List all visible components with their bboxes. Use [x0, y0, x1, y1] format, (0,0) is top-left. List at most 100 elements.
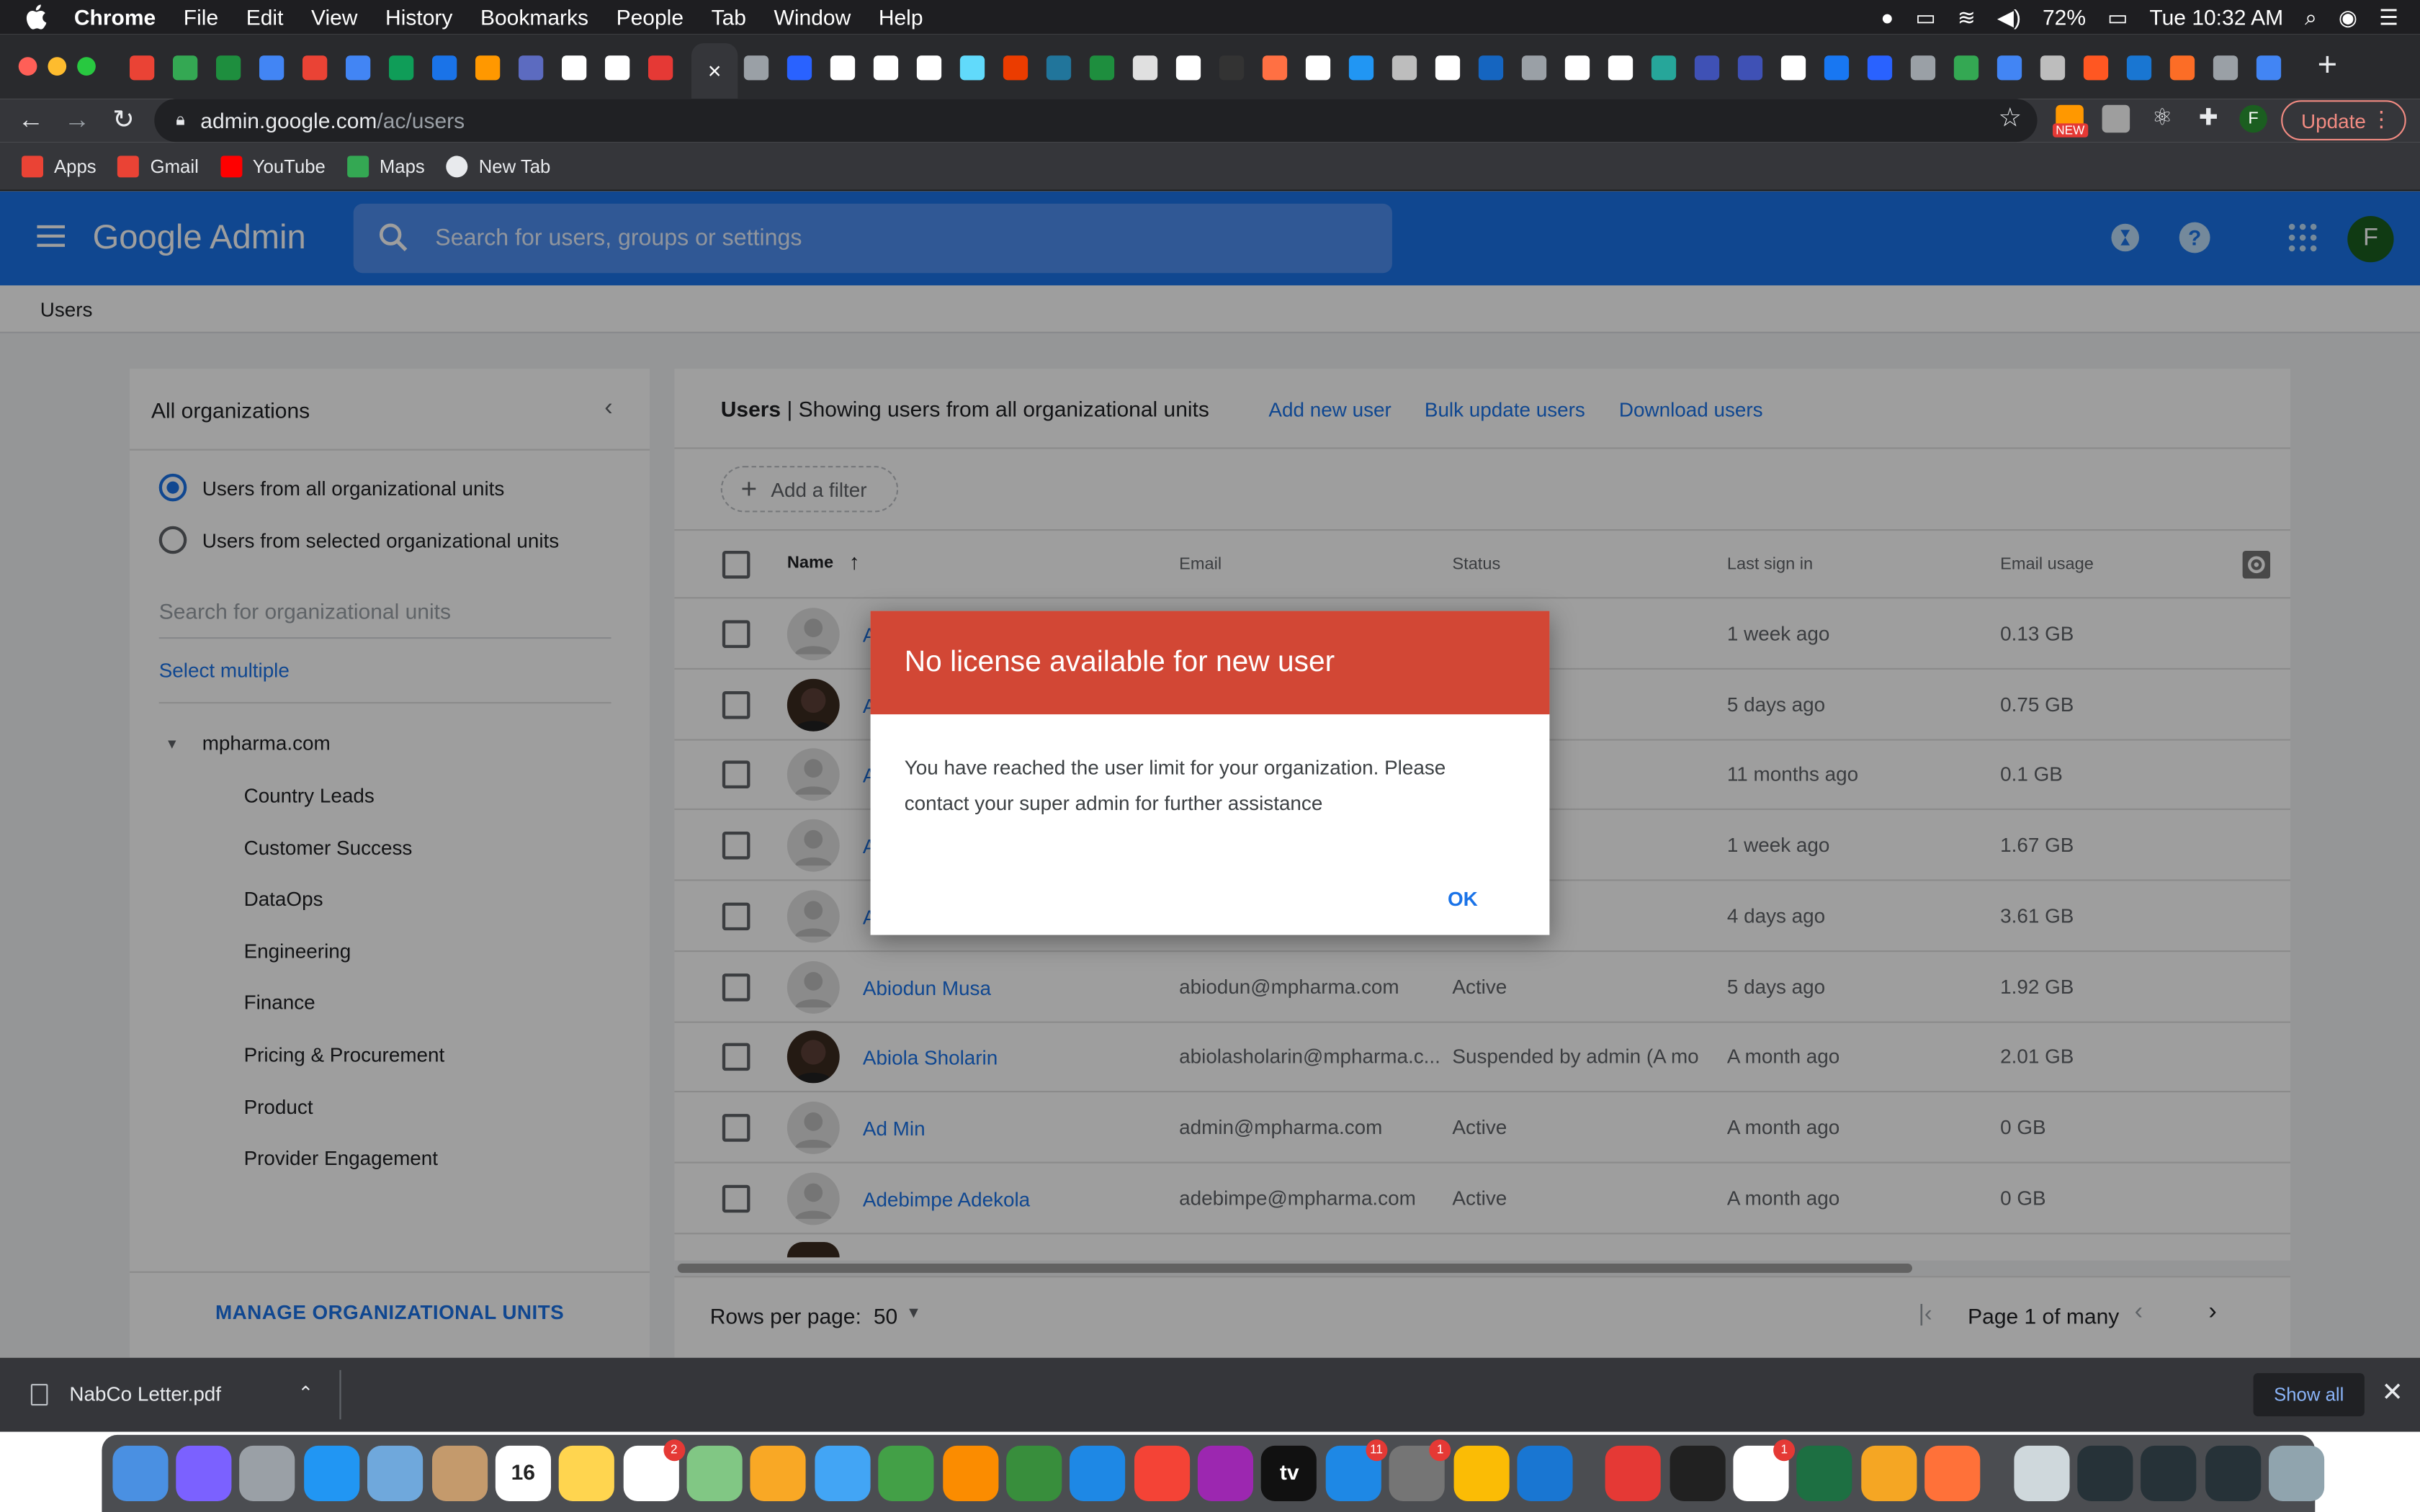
- tab-favicon-icon[interactable]: [1046, 55, 1072, 81]
- launchpad-icon[interactable]: [240, 1445, 296, 1501]
- lock-icon[interactable]: 🔒︎: [176, 110, 185, 130]
- download-options-chevron-icon[interactable]: ⌃: [298, 1382, 314, 1404]
- close-window-button[interactable]: [18, 57, 37, 76]
- files-icon[interactable]: [2013, 1445, 2069, 1501]
- battery-icon[interactable]: ▭: [2107, 4, 2128, 30]
- show-all-downloads-button[interactable]: Show all: [2253, 1373, 2365, 1417]
- close-download-bar-icon[interactable]: ✕: [2381, 1378, 2403, 1409]
- dialog-ok-button[interactable]: OK: [1448, 887, 1478, 910]
- firefox-icon[interactable]: [1924, 1445, 1981, 1501]
- extension-icon[interactable]: [2102, 104, 2130, 133]
- control-center-icon[interactable]: ☰: [2379, 4, 2398, 30]
- tab-favicon-icon[interactable]: [2083, 55, 2109, 81]
- tab-favicon-icon[interactable]: [1737, 55, 1763, 81]
- battery-percent[interactable]: 72%: [2043, 4, 2086, 29]
- tab-favicon-icon[interactable]: [1219, 55, 1245, 81]
- pages-icon[interactable]: [942, 1445, 998, 1501]
- active-tab[interactable]: ×: [691, 43, 738, 99]
- tab-favicon-icon[interactable]: [1953, 55, 1979, 81]
- minimize-window-button[interactable]: [48, 57, 67, 76]
- docker-icon[interactable]: ▭: [1915, 4, 1935, 30]
- menu-bookmarks[interactable]: Bookmarks: [480, 4, 588, 29]
- bookmark-item[interactable]: Maps: [346, 155, 425, 177]
- tab-favicon-icon[interactable]: [959, 55, 985, 81]
- excel-icon[interactable]: [1797, 1445, 1853, 1501]
- tab-favicon-icon[interactable]: [1867, 55, 1893, 81]
- contacts-icon[interactable]: [431, 1445, 488, 1501]
- chrome-icon[interactable]: [1453, 1445, 1509, 1501]
- tab-favicon-icon[interactable]: [786, 55, 812, 81]
- tab-favicon-icon[interactable]: [1996, 55, 2022, 81]
- tab-favicon-icon[interactable]: [1132, 55, 1158, 81]
- maps-icon[interactable]: [686, 1445, 743, 1501]
- tab-favicon-icon[interactable]: [916, 55, 942, 81]
- tab-favicon-icon[interactable]: [1435, 55, 1461, 81]
- tab-favicon-icon[interactable]: [1824, 55, 1850, 81]
- photos-icon[interactable]: [750, 1445, 807, 1501]
- window-thumb-icon[interactable]: [2077, 1445, 2133, 1501]
- menu-people[interactable]: People: [617, 4, 684, 29]
- keynote-icon[interactable]: [1070, 1445, 1126, 1501]
- tab-favicon-icon[interactable]: [1521, 55, 1547, 81]
- terminal-icon[interactable]: [1669, 1445, 1726, 1501]
- siri-menubar-icon[interactable]: ◉: [2339, 4, 2357, 30]
- mail-icon[interactable]: [367, 1445, 424, 1501]
- volume-icon[interactable]: ◀): [1997, 4, 2021, 30]
- tab-favicon-icon[interactable]: [605, 55, 630, 81]
- back-icon[interactable]: ←: [12, 102, 49, 138]
- tab-favicon-icon[interactable]: [743, 55, 769, 81]
- facetime-icon[interactable]: [878, 1445, 934, 1501]
- bookmark-item[interactable]: Apps: [22, 155, 97, 177]
- tab-favicon-icon[interactable]: [2256, 55, 2282, 81]
- tab-favicon-icon[interactable]: [1089, 55, 1115, 81]
- download-item[interactable]: NabCo Letter.pdf: [30, 1382, 221, 1405]
- menu-window[interactable]: Window: [774, 4, 851, 29]
- github-status-icon[interactable]: ●: [1881, 4, 1894, 29]
- tab-favicon-icon[interactable]: [1348, 55, 1374, 81]
- tab-favicon-icon[interactable]: [302, 55, 328, 81]
- tab-favicon-icon[interactable]: [648, 55, 673, 81]
- system-preferences-icon[interactable]: 1: [1389, 1439, 1451, 1501]
- tab-favicon-icon[interactable]: [1305, 55, 1331, 81]
- calendar-icon[interactable]: 16: [495, 1445, 551, 1501]
- tab-favicon-icon[interactable]: [562, 55, 587, 81]
- zoom-window-button[interactable]: [77, 57, 96, 76]
- tab-favicon-icon[interactable]: [519, 55, 544, 81]
- menu-help[interactable]: Help: [879, 4, 923, 29]
- more-menu-icon[interactable]: ⋮: [2370, 107, 2392, 132]
- clock[interactable]: Tue 10:32 AM: [2149, 4, 2283, 29]
- tab-favicon-icon[interactable]: [259, 55, 284, 81]
- react-devtools-icon[interactable]: ⚛: [2148, 105, 2177, 133]
- notes-icon[interactable]: [559, 1445, 615, 1501]
- extensions-puzzle-icon[interactable]: ✚: [2195, 105, 2223, 133]
- music-icon[interactable]: [1134, 1445, 1190, 1501]
- window-thumb-icon[interactable]: [2141, 1445, 2197, 1501]
- address-bar[interactable]: 🔒︎ admin.google.com/ac/users ☆: [154, 99, 2038, 143]
- tab-favicon-icon[interactable]: [2126, 55, 2152, 81]
- spotlight-icon[interactable]: ⌕: [2305, 4, 2317, 30]
- menu-history[interactable]: History: [385, 4, 452, 29]
- forward-icon[interactable]: →: [58, 102, 95, 138]
- app-store-icon[interactable]: 11: [1325, 1439, 1388, 1501]
- menu-app-name[interactable]: Chrome: [74, 4, 156, 29]
- tab-favicon-icon[interactable]: [2169, 55, 2195, 81]
- siri-icon[interactable]: [176, 1445, 232, 1501]
- tab-favicon-icon[interactable]: [389, 55, 414, 81]
- finder-icon[interactable]: [112, 1445, 168, 1501]
- wifi-icon[interactable]: ≋: [1958, 4, 1976, 30]
- bookmark-item[interactable]: Gmail: [117, 155, 199, 177]
- new-tab-button[interactable]: +: [2311, 45, 2344, 83]
- bookmark-item[interactable]: YouTube: [220, 155, 326, 177]
- tab-favicon-icon[interactable]: [2040, 55, 2066, 81]
- tab-favicon-icon[interactable]: [1262, 55, 1288, 81]
- tab-favicon-icon[interactable]: [475, 55, 501, 81]
- reload-icon[interactable]: ↻: [105, 102, 142, 138]
- menu-view[interactable]: View: [311, 4, 357, 29]
- apple-tv-icon[interactable]: tv: [1261, 1445, 1317, 1501]
- vpn-icon[interactable]: [1860, 1445, 1917, 1501]
- tab-favicon-icon[interactable]: [216, 55, 241, 81]
- tab-favicon-icon[interactable]: [346, 55, 371, 81]
- git-icon[interactable]: [1605, 1445, 1662, 1501]
- apple-menu-icon[interactable]: [24, 3, 53, 31]
- tab-favicon-icon[interactable]: [1780, 55, 1806, 81]
